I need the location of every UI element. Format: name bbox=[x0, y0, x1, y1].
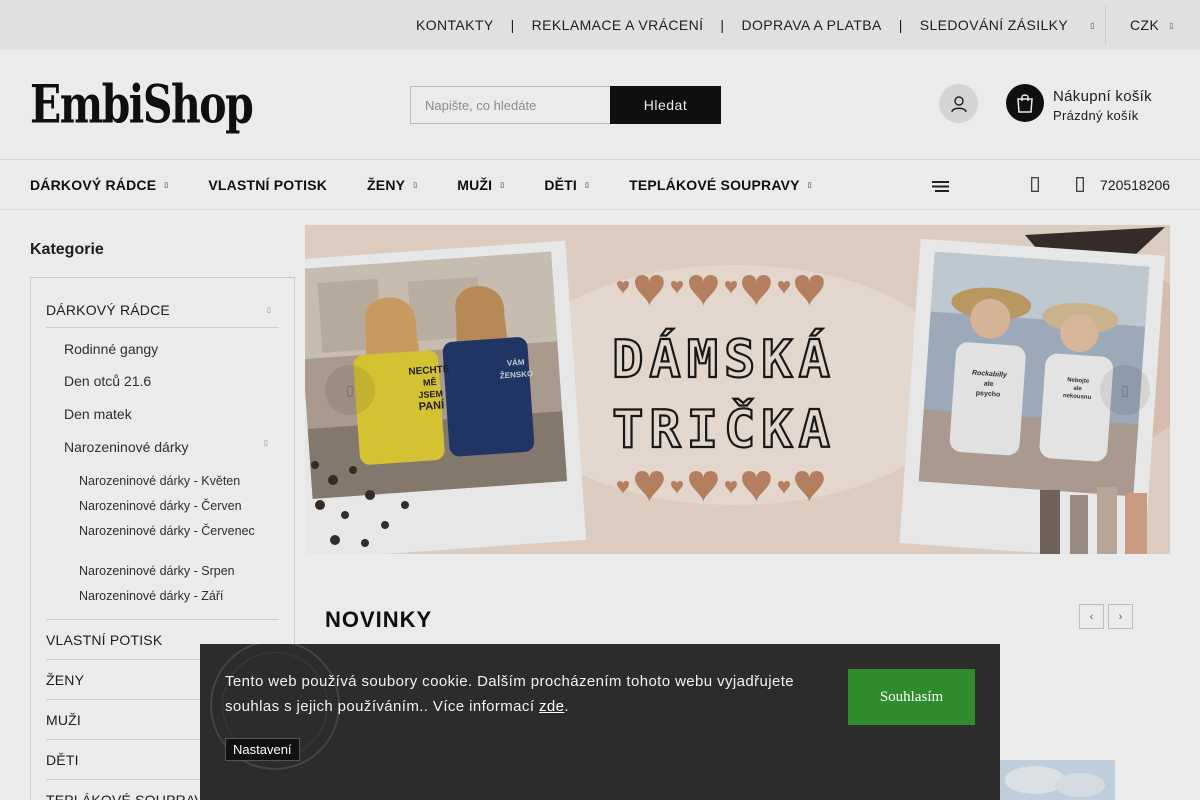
cart-button[interactable] bbox=[1006, 84, 1044, 122]
top-bar: KONTAKTY | REKLAMACE A VRÁCENÍ | DOPRAVA… bbox=[0, 0, 1200, 50]
chevron-right-icon: ▯ bbox=[1121, 381, 1129, 398]
currency-label: CZK bbox=[1129, 17, 1160, 33]
chevron-down-icon: ▯ bbox=[807, 181, 812, 189]
nav-item-deti[interactable]: DĚTI ▯ bbox=[544, 177, 589, 193]
link-kontakty[interactable]: KONTAKTY bbox=[416, 17, 494, 33]
menu-icon[interactable] bbox=[932, 179, 949, 197]
nav-label: DĚTI bbox=[544, 176, 578, 193]
chevron-down-icon: ▯ bbox=[413, 181, 418, 189]
search-button[interactable]: Hledat bbox=[610, 86, 721, 124]
logo[interactable]: EmbiShop bbox=[30, 74, 254, 135]
chevron-up-icon[interactable]: ▯ bbox=[267, 306, 271, 314]
cookie-bar: Tento web používá soubory cookie. Dalším… bbox=[200, 640, 1000, 800]
cart-icon bbox=[1017, 94, 1033, 113]
link-sledovani[interactable]: SLEDOVÁNÍ ZÁSILKY bbox=[920, 17, 1068, 33]
shirt-text: ale bbox=[984, 381, 994, 389]
sidebar-title: Kategorie bbox=[30, 241, 104, 258]
main-nav: DÁRKOVÝ RÁDCE ▯ VLASTNÍ POTISK ŽENY ▯ MUŽI… bbox=[0, 160, 1200, 210]
user-button[interactable] bbox=[939, 84, 978, 123]
cookie-period: . bbox=[564, 698, 569, 715]
product-thumbnail[interactable] bbox=[995, 760, 1115, 800]
cookie-accept-button[interactable]: Souhlasím bbox=[848, 669, 975, 725]
nav-item-zeny[interactable]: ŽENY ▯ bbox=[367, 177, 417, 193]
sidebar-item-label: DÁRKOVÝ RÁDCE bbox=[46, 301, 170, 318]
sidebar-item-label: Narozeninové dárky bbox=[64, 439, 189, 455]
sidebar-subitem[interactable]: Den otců 21.6 bbox=[64, 373, 151, 389]
phone-icon bbox=[1076, 177, 1084, 197]
search-input[interactable] bbox=[410, 86, 610, 124]
sidebar-subitem[interactable]: Den matek bbox=[64, 406, 132, 422]
sidebar-subsubitem[interactable]: Narozeninové dárky - Červen bbox=[79, 499, 259, 514]
sidebar-subsubitem[interactable]: Narozeninové dárky - Květen bbox=[79, 474, 259, 489]
chevron-down-icon: ▯ bbox=[585, 181, 590, 189]
sidebar-subitem[interactable]: Rodinné gangy bbox=[64, 341, 158, 357]
cookie-info-link[interactable]: zde bbox=[539, 698, 564, 715]
nav-item-vlastni-potisk[interactable]: VLASTNÍ POTISK bbox=[208, 177, 327, 193]
slider-next-button[interactable]: ▯ bbox=[1100, 365, 1150, 415]
sidebar-subsubitem[interactable]: Narozeninové dárky - Srpen bbox=[79, 564, 259, 579]
chevron-left-icon: ‹ bbox=[1089, 610, 1094, 623]
currency-select[interactable]: CZK ▯ bbox=[1104, 5, 1174, 45]
header: EmbiShop Hledat Nákupní košík Prázdný ko… bbox=[0, 50, 1200, 160]
user-icon bbox=[950, 95, 967, 112]
shirt-text: MĚ bbox=[423, 376, 437, 388]
cookie-settings-button[interactable]: Nastavení bbox=[225, 738, 300, 761]
sidebar-item-label: DĚTI bbox=[46, 751, 79, 768]
sidebar-item-label: VLASTNÍ POTISK bbox=[46, 631, 163, 648]
cookie-message: Tento web používá soubory cookie. Dalším… bbox=[225, 669, 825, 719]
phone-number[interactable]: 720518206 bbox=[1100, 177, 1170, 193]
chevron-up-icon[interactable]: ▯ bbox=[264, 439, 268, 447]
cookie-text: Tento web používá soubory cookie. Dalším… bbox=[225, 673, 795, 715]
cart-status: Prázdný košík bbox=[1053, 108, 1139, 123]
chevron-down-icon: ▯ bbox=[164, 181, 169, 189]
sidebar-item-darkovy-radce[interactable]: DÁRKOVÝ RÁDCE ▯ bbox=[46, 292, 279, 328]
chevron-right-icon: › bbox=[1118, 610, 1123, 623]
nav-label: ŽENY bbox=[367, 176, 406, 193]
cart-title: Nákupní košík bbox=[1053, 88, 1152, 105]
more-dot-icon: ▯ bbox=[1090, 20, 1095, 30]
nav-label: MUŽI bbox=[457, 176, 493, 193]
sidebar-item-label: ŽENY bbox=[46, 671, 85, 688]
sidebar-item-label: TEPLÁKOVÉ SOUPRAVY bbox=[46, 791, 214, 800]
search-form: Hledat bbox=[410, 86, 721, 124]
sidebar-item-label: MUŽI bbox=[46, 711, 82, 728]
sidebar-subsubitem[interactable]: Narozeninové dárky - Červenec bbox=[79, 524, 259, 539]
link-reklamace[interactable]: REKLAMACE A VRÁCENÍ bbox=[532, 17, 704, 33]
separator: | bbox=[720, 17, 725, 33]
nav-label: TEPLÁKOVÉ SOUPRAVY bbox=[629, 176, 800, 193]
shirt-text: JSEM bbox=[418, 388, 443, 400]
shirt-text: VÁM bbox=[506, 358, 525, 368]
chevron-down-icon: ▯ bbox=[1169, 20, 1174, 30]
sidebar-subitem-narozeninove[interactable]: Narozeninové dárky ▯ bbox=[64, 439, 268, 455]
shirt-text: ale bbox=[1073, 386, 1082, 393]
separator: | bbox=[898, 17, 903, 33]
shirt-text: PANÍ bbox=[418, 398, 445, 413]
slider-prev-button[interactable]: ▯ bbox=[325, 365, 375, 415]
section-title-novinky: NOVINKY bbox=[325, 607, 433, 632]
link-doprava[interactable]: DOPRAVA A PLATBA bbox=[741, 17, 881, 33]
nav-label: VLASTNÍ POTISK bbox=[208, 176, 328, 193]
sidebar-subsubitem[interactable]: Narozeninové dárky - Září bbox=[79, 589, 259, 604]
nav-item-darkovy-radce[interactable]: DÁRKOVÝ RÁDCE ▯ bbox=[30, 177, 168, 193]
nav-label: DÁRKOVÝ RÁDCE bbox=[30, 176, 157, 193]
hero-banner[interactable]: NECHTE MĚ JSEM PANÍ VÁM ŽENSKO Rockabill… bbox=[305, 225, 1170, 554]
novinky-prev-button[interactable]: ‹ bbox=[1079, 604, 1104, 629]
separator: | bbox=[510, 17, 515, 33]
mail-icon[interactable] bbox=[1031, 177, 1039, 197]
banner-artwork: NECHTE MĚ JSEM PANÍ VÁM ŽENSKO Rockabill… bbox=[305, 225, 1170, 554]
novinky-next-button[interactable]: › bbox=[1108, 604, 1133, 629]
chevron-down-icon: ▯ bbox=[500, 181, 505, 189]
banner-headline-2: TRIČKA bbox=[612, 398, 836, 460]
cart-summary[interactable]: Nákupní košík Prázdný košík bbox=[1053, 88, 1152, 123]
nav-item-teplakove[interactable]: TEPLÁKOVÉ SOUPRAVY ▯ bbox=[629, 177, 812, 193]
nav-item-muzi[interactable]: MUŽI ▯ bbox=[457, 177, 504, 193]
banner-headline-1: DÁMSKÁ bbox=[612, 329, 836, 390]
chevron-left-icon: ▯ bbox=[346, 381, 354, 398]
